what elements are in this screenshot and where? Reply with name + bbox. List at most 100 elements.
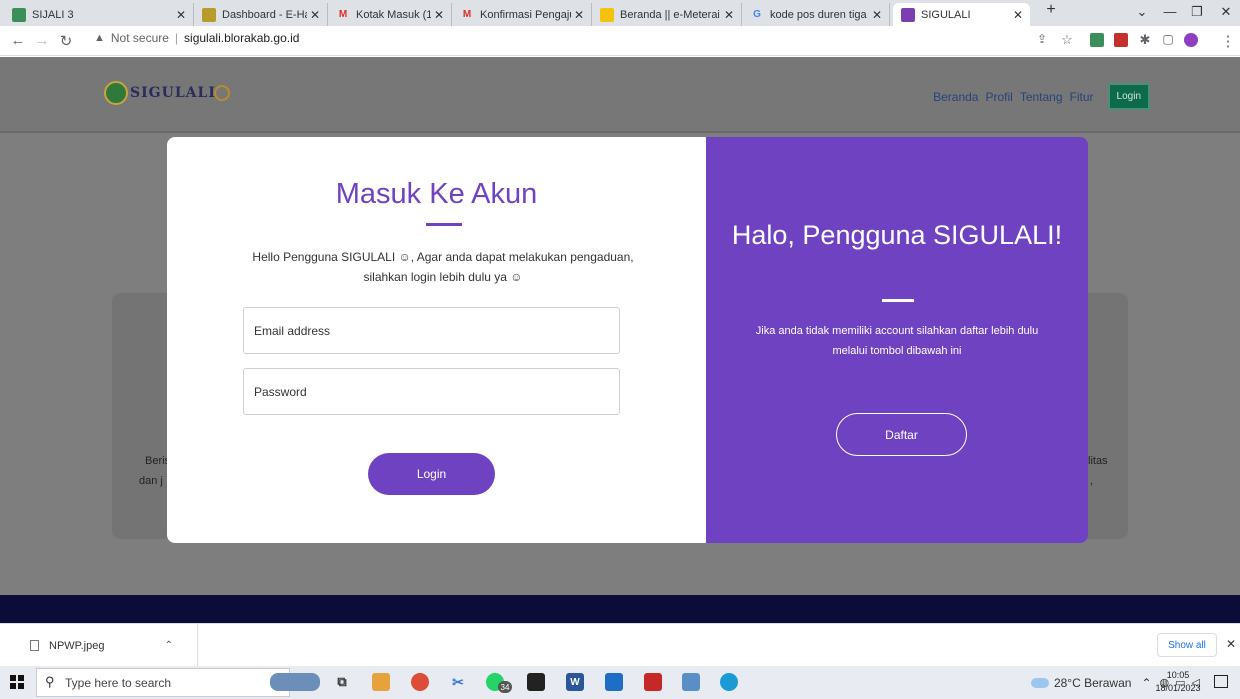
close-icon[interactable]: ✕ [1010,8,1026,22]
chrome-icon[interactable] [411,673,429,691]
extension-icon[interactable] [1114,33,1128,47]
extensions-puzzle-icon[interactable]: ✱ [1135,32,1155,48]
url-separator: | [174,31,179,45]
login-button[interactable]: Login [368,453,495,495]
photos-icon[interactable] [605,673,623,691]
acrobat-icon[interactable] [644,673,662,691]
background-text: litas [1088,455,1108,467]
whatsapp-badge: 34 [498,681,512,693]
file-icon [30,640,39,651]
tab-label: Kotak Masuk (17) - cv [356,8,431,21]
extension-icon[interactable] [1090,33,1104,47]
weather-text[interactable]: 28°C Berawan [1054,676,1132,690]
nav-login-button[interactable]: Login [1107,83,1150,110]
tab-gmail-inbox[interactable]: M Kotak Masuk (17) - cv ✕ [328,3,452,26]
task-view-icon[interactable]: ⧉ [333,673,351,691]
new-tab-button[interactable]: + [1037,1,1065,19]
web-page: SIGULALI Beranda Profil Tentang Fitur Lo… [0,57,1240,623]
logo-text: SIGULALI [130,85,216,101]
register-button[interactable]: Daftar [836,413,967,456]
search-placeholder: Type here to search [65,675,172,690]
download-bar: NPWP.jpeg ⌃ Show all ✕ [0,623,1240,667]
clock-time: 10:05 [1166,670,1190,680]
download-item[interactable]: NPWP.jpeg ⌃ [14,624,198,667]
taskbar: ⚲ Type here to search ⧉ ✂ 34 W 28°C Bera… [0,666,1240,699]
blora-emblem-icon [104,81,128,105]
snipping-tool-icon[interactable]: ✂ [449,673,467,691]
close-icon[interactable]: ✕ [869,8,885,22]
tab-label: SIGULALI [921,8,971,21]
back-arrow-icon[interactable]: ← [8,32,28,49]
taskbar-search-input[interactable]: ⚲ Type here to search [36,668,290,697]
close-icon[interactable]: ✕ [173,8,189,22]
chevron-up-icon[interactable]: ⌃ [165,640,173,651]
close-icon[interactable]: ✕ [721,8,737,22]
nav-profil[interactable]: Profil [985,90,1012,104]
notification-icon[interactable] [1214,675,1228,688]
tab-label: Dashboard - E-Hakcip [222,8,307,21]
login-modal: Masuk Ke Akun Hello Pengguna SIGULALI ☺,… [167,137,1088,543]
show-all-button[interactable]: Show all [1157,633,1217,657]
nav-beranda[interactable]: Beranda [933,90,978,104]
login-panel: Masuk Ke Akun Hello Pengguna SIGULALI ☺,… [167,137,706,543]
app-icon[interactable] [682,673,700,691]
side-panel-icon[interactable]: ▢ [1158,32,1178,46]
windows-start-icon[interactable] [10,675,24,689]
nav-fitur[interactable]: Fitur [1070,90,1094,104]
background-text: , [1090,475,1094,487]
site-logo[interactable]: SIGULALI [104,81,230,105]
site-header: SIGULALI Beranda Profil Tentang Fitur Lo… [0,57,1240,133]
site-footer [0,595,1240,623]
profile-avatar-icon[interactable] [1184,33,1198,47]
login-description: Hello Pengguna SIGULALI ☺, Agar anda dap… [252,250,634,284]
url-text: sigulali.blorakab.go.id [184,31,300,45]
password-field[interactable] [243,368,620,415]
reload-icon[interactable]: ↻ [56,32,76,50]
register-divider [882,299,914,302]
tab-sigulali[interactable]: SIGULALI ✕ [893,3,1030,26]
close-icon[interactable]: ✕ [571,8,587,22]
address-bar: ← → ↻ ▲ Not secure | sigulali.blorakab.g… [0,26,1240,56]
main-nav: Beranda Profil Tentang Fitur Login [926,83,1150,110]
tab-emeterai[interactable]: Beranda || e-Meterai ✕ [592,3,742,26]
nav-tentang[interactable]: Tentang [1020,90,1063,104]
terminal-icon[interactable] [527,673,545,691]
tab-gmail-konfirmasi[interactable]: M Konfirmasi Pengajuan ✕ [452,3,592,26]
dashboard-favicon-icon [202,7,216,22]
google-icon: G [753,9,761,20]
magnifier-logo-icon [213,85,230,101]
tab-google-search[interactable]: G kode pos duren tiga ✕ [742,3,890,26]
register-panel: Halo, Pengguna SIGULALI! Jika anda tidak… [706,137,1088,543]
share-icon[interactable]: ⇪ [1032,32,1052,46]
tab-sijali[interactable]: SIJALI 3 ✕ [4,3,194,26]
edge-icon[interactable] [720,673,738,691]
tab-label: SIJALI 3 [32,8,74,21]
sigulali-favicon-icon [901,7,915,22]
close-icon[interactable]: ✕ [431,8,447,22]
tab-dashboard[interactable]: Dashboard - E-Hakcip ✕ [194,3,328,26]
tab-search-chevron-icon[interactable]: ⌄ [1128,4,1156,20]
menu-kebab-icon[interactable]: ⋮ [1218,32,1238,50]
tab-label: kode pos duren tiga [770,8,867,21]
emeterai-favicon-icon [600,7,614,22]
url-field[interactable]: ▲ Not secure | sigulali.blorakab.go.id [94,31,299,45]
maximize-icon[interactable]: ❐ [1183,4,1211,20]
bookmark-star-icon[interactable]: ☆ [1057,32,1077,48]
browser-tab-bar: SIJALI 3 ✕ Dashboard - E-Hakcip ✕ M Kota… [0,0,1240,26]
window-close-icon[interactable]: ✕ [1212,4,1240,20]
forward-arrow-icon[interactable]: → [32,32,52,49]
clock[interactable]: 10:05 18/01/2023 [1150,669,1206,695]
gmail-icon: M [462,9,472,20]
close-icon[interactable]: ✕ [307,8,323,22]
word-icon[interactable]: W [566,673,584,691]
clock-date: 18/01/2023 [1155,683,1201,693]
warning-triangle-icon: ▲ [94,32,105,44]
file-explorer-icon[interactable] [372,673,390,691]
title-divider [426,223,462,226]
close-download-bar-icon[interactable]: ✕ [1226,637,1236,651]
minimize-icon[interactable]: — [1156,4,1184,19]
tab-label: Beranda || e-Meterai [620,8,720,21]
login-title: Masuk Ke Akun [335,178,538,210]
gmail-icon: M [338,9,348,20]
email-field[interactable] [243,307,620,354]
